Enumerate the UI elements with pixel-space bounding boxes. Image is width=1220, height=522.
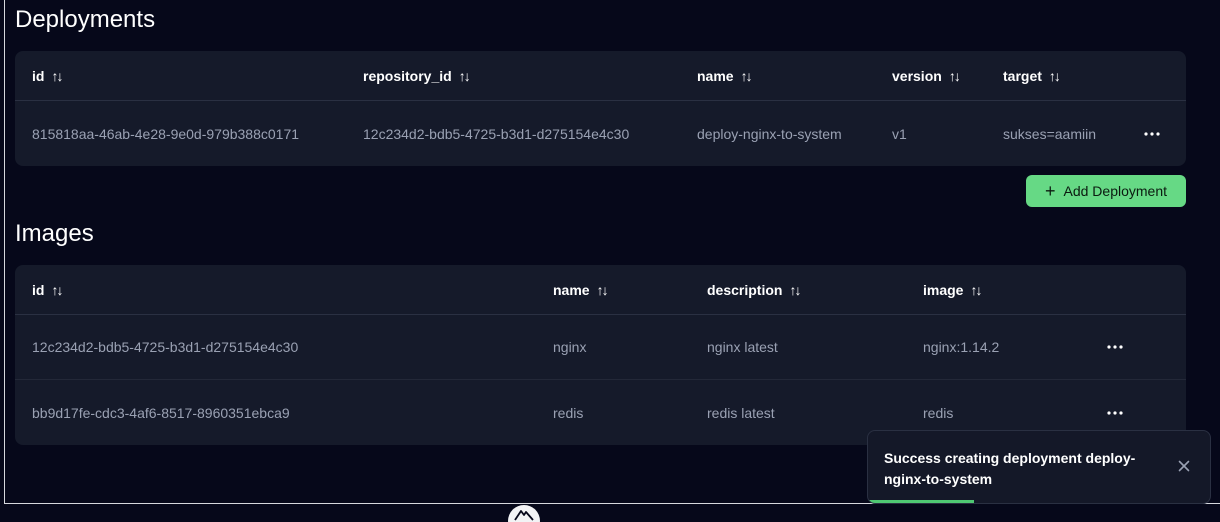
deployments-table: id ↑↓ repository_id ↑↓ name ↑↓ version ↑… (15, 51, 1186, 166)
column-header-target[interactable]: target ↑↓ (1003, 51, 1061, 100)
add-deployment-button[interactable]: + Add Deployment (1026, 175, 1186, 207)
cell-description: nginx latest (707, 339, 778, 355)
more-horizontal-icon (1107, 345, 1123, 349)
column-header-label: image (923, 281, 964, 298)
row-actions-button[interactable] (1137, 101, 1167, 166)
column-header-label: repository_id (363, 67, 452, 84)
cell-id: bb9d17fe-cdc3-4af6-8517-8960351ebca9 (32, 404, 290, 421)
deployments-title: Deployments (15, 6, 156, 33)
sort-arrows-icon: ↑↓ (51, 281, 63, 298)
plus-icon: + (1044, 181, 1056, 201)
column-header-id[interactable]: id ↑↓ (32, 265, 63, 314)
images-title: Images (15, 220, 94, 247)
more-horizontal-icon (1107, 410, 1123, 415)
sort-arrows-icon: ↑↓ (51, 67, 63, 84)
images-table: id ↑↓ name ↑↓ description ↑↓ image ↑↓ 12… (15, 265, 1186, 445)
toast-message: Success creating deployment deploy-nginx… (884, 450, 1136, 487)
cell-name: redis (553, 404, 584, 421)
column-header-label: id (32, 281, 45, 298)
app-logo[interactable] (508, 505, 540, 522)
sort-arrows-icon: ↑↓ (458, 67, 471, 84)
cell-version: v1 (892, 125, 907, 142)
column-header-repository-id[interactable]: repository_id ↑↓ (363, 51, 471, 100)
column-header-label: description (707, 281, 783, 298)
column-header-label: name (697, 67, 734, 84)
cell-id: 815818aa-46ab-4e28-9e0d-979b388c0171 (32, 125, 300, 142)
row-actions-button[interactable] (1100, 315, 1130, 379)
sort-arrows-icon: ↑↓ (740, 67, 753, 84)
sort-arrows-icon: ↑↓ (948, 67, 961, 84)
cell-name: nginx (553, 339, 587, 355)
column-header-label: name (553, 281, 590, 298)
success-toast: Success creating deployment deploy-nginx… (867, 430, 1211, 504)
sort-arrows-icon: ↑↓ (789, 281, 801, 298)
logo-mountain-icon (514, 510, 534, 521)
sort-arrows-icon: ↑↓ (1048, 67, 1061, 84)
frame-border-left (4, 0, 5, 504)
close-icon (1178, 460, 1190, 472)
cell-repository-id: 12c234d2-bdb5-4725-b3d1-d275154e4c30 (363, 125, 630, 142)
table-row: 815818aa-46ab-4e28-9e0d-979b388c0171 12c… (15, 101, 1186, 166)
table-row: 12c234d2-bdb5-4725-b3d1-d275154e4c30 ngi… (15, 315, 1186, 380)
column-header-version[interactable]: version ↑↓ (892, 51, 961, 100)
cell-name: deploy-nginx-to-system (697, 125, 842, 142)
toast-close-button[interactable] (1176, 458, 1192, 474)
cell-target: sukses=aamiin (1003, 125, 1096, 142)
toast-progress-bar (868, 500, 975, 503)
cell-id: 12c234d2-bdb5-4725-b3d1-d275154e4c30 (32, 339, 299, 355)
column-header-image[interactable]: image ↑↓ (923, 265, 982, 314)
cell-description: redis latest (707, 404, 775, 421)
deployments-table-header: id ↑↓ repository_id ↑↓ name ↑↓ version ↑… (15, 51, 1186, 101)
sort-arrows-icon: ↑↓ (970, 281, 982, 298)
add-deployment-label: Add Deployment (1063, 183, 1168, 199)
images-table-header: id ↑↓ name ↑↓ description ↑↓ image ↑↓ (15, 265, 1186, 315)
cell-image: nginx:1.14.2 (923, 339, 1000, 355)
sort-arrows-icon: ↑↓ (596, 281, 609, 298)
column-header-name[interactable]: name ↑↓ (553, 265, 609, 314)
column-header-name[interactable]: name ↑↓ (697, 51, 753, 100)
column-header-id[interactable]: id ↑↓ (32, 51, 63, 100)
column-header-label: target (1003, 67, 1042, 84)
more-horizontal-icon (1144, 131, 1160, 136)
column-header-label: id (32, 67, 45, 84)
column-header-label: version (892, 67, 942, 84)
column-header-description[interactable]: description ↑↓ (707, 265, 801, 314)
